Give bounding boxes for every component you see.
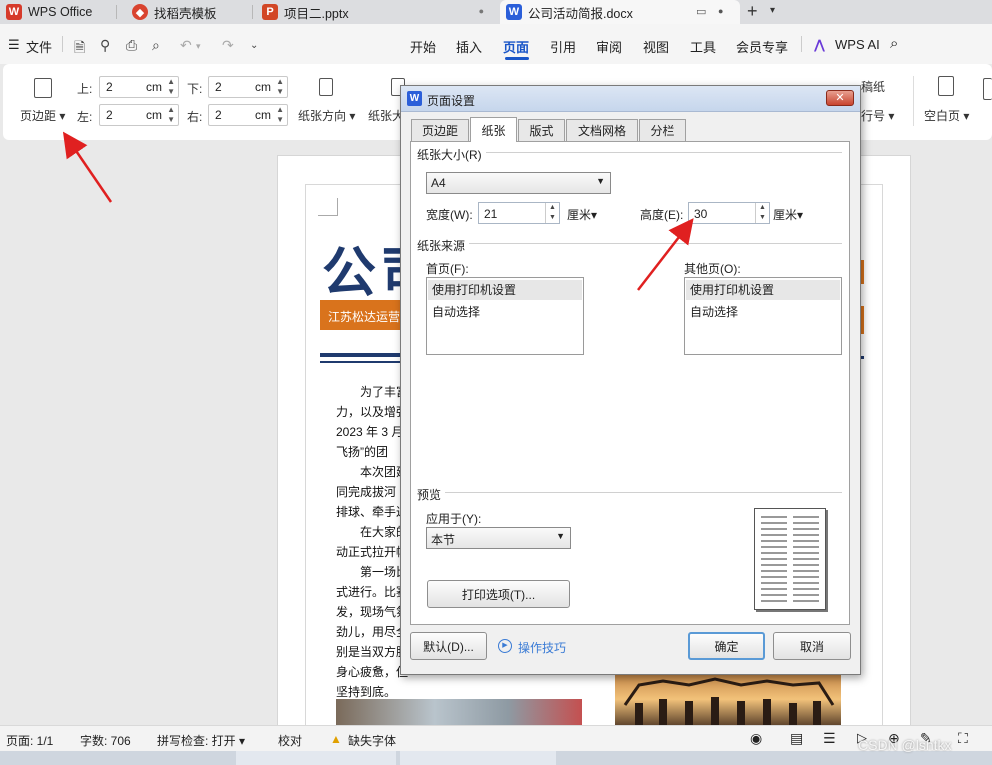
height-label: 高度(E): [640,208,684,222]
eye-protection-icon[interactable]: ◉ [750,730,762,747]
list-item[interactable]: 使用打印机设置 [428,280,582,300]
spin-arrows-icon[interactable]: ▲ ▼ [755,203,769,223]
spell-check-label: 拼写检查: 打开 [157,734,236,748]
width-unit: 厘米 [567,208,592,222]
list-item[interactable]: 使用打印机设置 [686,280,840,300]
tab-columns[interactable]: 分栏 [639,119,686,141]
tab-paper[interactable]: 纸张 [470,117,517,142]
fullscreen-icon[interactable]: ⛶ [958,730,968,747]
spin-arrows-icon[interactable]: ▲ ▼ [545,203,559,223]
tips-link[interactable]: 操作技巧 [518,639,566,656]
page-indicator[interactable]: 页面: 1/1 [6,732,53,749]
list-item[interactable]: 自动选择 [428,302,582,322]
paper-size-select[interactable]: A4 ▼ [426,172,611,194]
page-view-icon[interactable]: ▤ [790,730,803,747]
apply-to-label: 应用于(Y): [426,512,482,526]
page-setup-dialog: W 页面设置 ✕ 页边距 纸张 版式 文档网格 分栏 纸张大小(R) A4 ▼ … [400,85,861,675]
cancel-button[interactable]: 取消 [773,632,851,660]
height-value: 30 [694,207,708,221]
height-unit-select[interactable]: 厘米▾ [773,206,803,223]
paper-size-group-title: 纸张大小(R) [417,146,486,163]
first-page-label: 首页(F): [426,262,469,276]
apply-to-select[interactable]: 本节 ▼ [426,527,571,549]
width-input[interactable]: 21 ▲ ▼ [478,202,560,224]
tab-layout[interactable]: 版式 [518,119,565,141]
width-value: 21 [484,207,498,221]
wps-writer-icon: W [407,91,422,106]
os-taskbar: CSDN @lshtkx [0,737,992,765]
preview-group-title: 预览 [417,486,446,503]
width-unit-select[interactable]: 厘米▾ [567,206,597,223]
missing-font-button[interactable]: 缺失字体 [348,732,396,749]
proofread-button[interactable]: 校对 [278,732,302,749]
taskbar-app[interactable] [400,751,556,765]
warning-icon: ▲ [330,732,342,746]
print-options-button[interactable]: 打印选项(T)... [427,580,570,608]
list-item[interactable]: 自动选择 [686,302,840,322]
apply-to-value: 本节 [431,533,456,547]
first-page-source-list[interactable]: 使用打印机设置 自动选择 [426,277,584,355]
tab-document-grid[interactable]: 文档网格 [566,119,638,141]
status-bar: 页面: 1/1 字数: 706 拼写检查: 打开 ▾ 校对 ▲ 缺失字体 ◉ ▤… [0,725,992,751]
paper-tab-panel: 纸张大小(R) A4 ▼ 宽度(W): 21 ▲ ▼ 厘米▾ 高度(E): 30 … [410,141,850,625]
other-pages-source-list[interactable]: 使用打印机设置 自动选择 [684,277,842,355]
page-preview-thumbnail [754,508,826,610]
ok-button[interactable]: 确定 [688,632,765,660]
width-label: 宽度(W): [426,208,473,222]
other-pages-label: 其他页(O): [684,262,741,276]
group-divider [417,243,842,244]
taskbar-app[interactable] [236,751,396,765]
dropdown-arrow-icon: ▼ [556,531,565,541]
height-input[interactable]: 30 ▲ ▼ [688,202,770,224]
paper-size-value: A4 [431,176,446,190]
outline-view-icon[interactable]: ☰ [823,730,836,747]
height-unit: 厘米 [773,208,798,222]
group-divider [417,492,842,493]
preview-lines-icon [761,516,819,602]
spell-check-toggle[interactable]: 拼写检查: 打开 ▾ [157,732,245,749]
dialog-title: 页面设置 [427,94,476,108]
tab-margins[interactable]: 页边距 [411,119,469,141]
paper-source-group-title: 纸张来源 [417,237,470,254]
dropdown-arrow-icon: ▼ [596,176,605,186]
default-button[interactable]: 默认(D)... [410,632,487,660]
dialog-title-bar: W 页面设置 ✕ [401,86,860,112]
close-icon[interactable]: ✕ [826,90,854,106]
watermark: CSDN @lshtkx [858,737,952,753]
red-arrow-margins [62,131,113,203]
word-count[interactable]: 字数: 706 [80,732,131,749]
play-tips-icon[interactable]: ▶ [498,639,512,653]
